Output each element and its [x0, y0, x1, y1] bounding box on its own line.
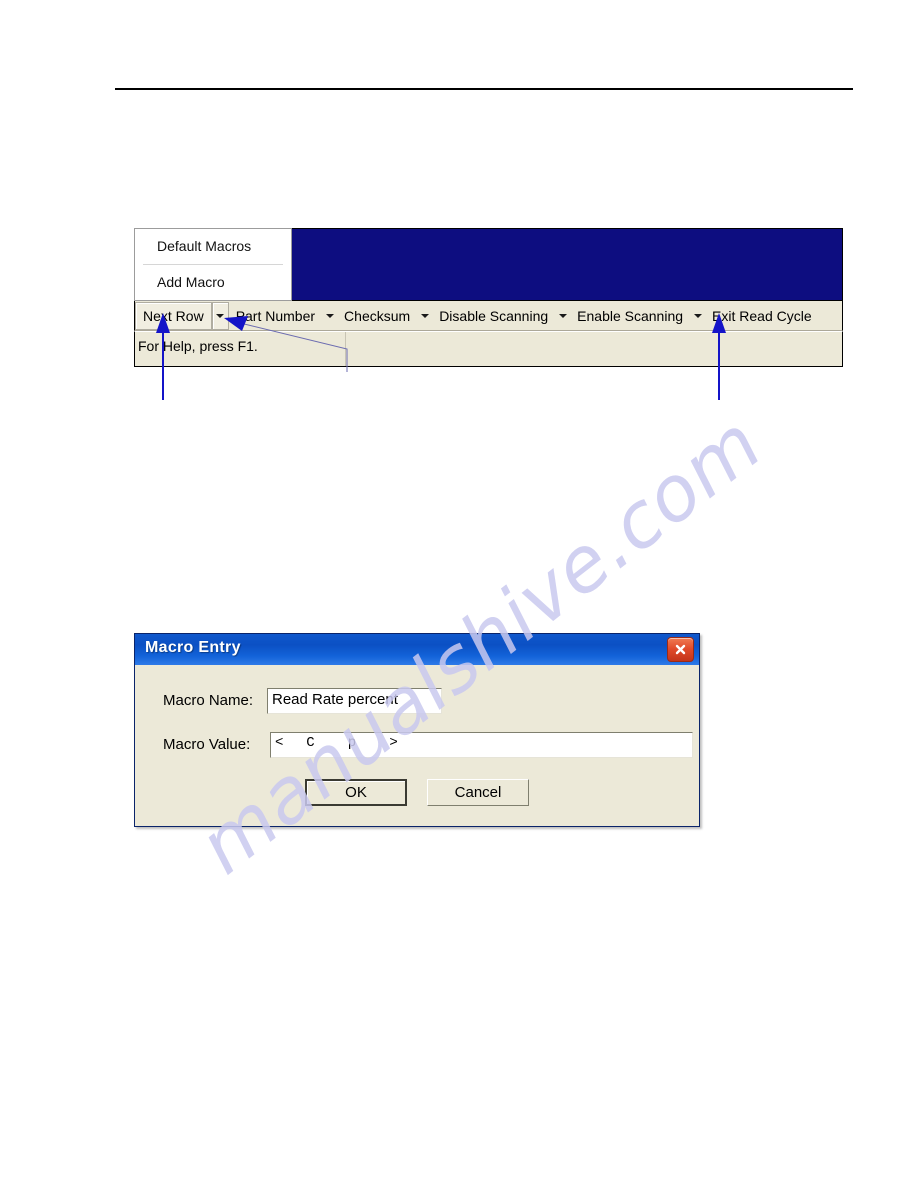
dialog-body: Macro Name: Read Rate percent Macro Valu… [135, 665, 699, 826]
macro-button-enable-scanning[interactable]: Enable Scanning [570, 303, 690, 329]
macro-value-row: Macro Value: < C p > [135, 732, 699, 758]
chevron-down-icon [693, 313, 702, 318]
macro-name-label: Macro Name: [163, 692, 254, 709]
close-button[interactable] [667, 637, 694, 662]
ok-button[interactable]: OK [305, 779, 407, 806]
macro-toolbar: Next Row Part Number Checksum Disable Sc… [134, 301, 843, 331]
close-icon [675, 644, 686, 655]
macro-caret-checksum[interactable] [417, 303, 432, 329]
chevron-down-icon [558, 313, 567, 318]
macro-caret-enable-scanning[interactable] [690, 303, 705, 329]
status-bar-text: For Help, press F1. [138, 338, 258, 354]
macro-caret-part-number[interactable] [322, 303, 337, 329]
cancel-button[interactable]: Cancel [427, 779, 529, 806]
macro-button-part-number[interactable]: Part Number [229, 303, 322, 329]
macro-name-row: Macro Name: Read Rate percent [135, 688, 699, 714]
status-bar-divider [345, 332, 346, 366]
dialog-titlebar: Macro Entry [135, 634, 699, 665]
macro-value-label: Macro Value: [163, 736, 251, 753]
macro-toolbar-screenshot: Default Macros Add Macro Next Row Part N… [134, 228, 843, 368]
menu-item-add-macro[interactable]: Add Macro [135, 265, 291, 300]
dialog-title: Macro Entry [145, 639, 241, 656]
page-horizontal-rule [115, 88, 853, 90]
chevron-down-icon [216, 313, 225, 318]
callout-annotations [156, 313, 726, 400]
status-bar: For Help, press F1. [134, 331, 843, 367]
macro-caret-next-row[interactable] [211, 301, 229, 330]
macro-value-input[interactable]: < C p > [270, 732, 693, 758]
macro-dropdown-menu[interactable]: Default Macros Add Macro [134, 228, 292, 301]
macro-button-next-row[interactable]: Next Row [135, 301, 212, 330]
watermark: manualshive.com [90, 300, 870, 920]
chevron-down-icon [420, 313, 429, 318]
macro-entry-dialog: Macro Entry Macro Name: Read Rate percen… [134, 633, 700, 827]
chevron-down-icon [325, 313, 334, 318]
macro-caret-disable-scanning[interactable] [555, 303, 570, 329]
macro-button-disable-scanning[interactable]: Disable Scanning [432, 303, 555, 329]
macro-button-exit-read-cycle[interactable]: Exit Read Cycle [705, 303, 819, 329]
macro-name-input[interactable]: Read Rate percent [267, 688, 442, 714]
macro-button-checksum[interactable]: Checksum [337, 303, 417, 329]
menu-item-default-macros[interactable]: Default Macros [135, 229, 291, 264]
